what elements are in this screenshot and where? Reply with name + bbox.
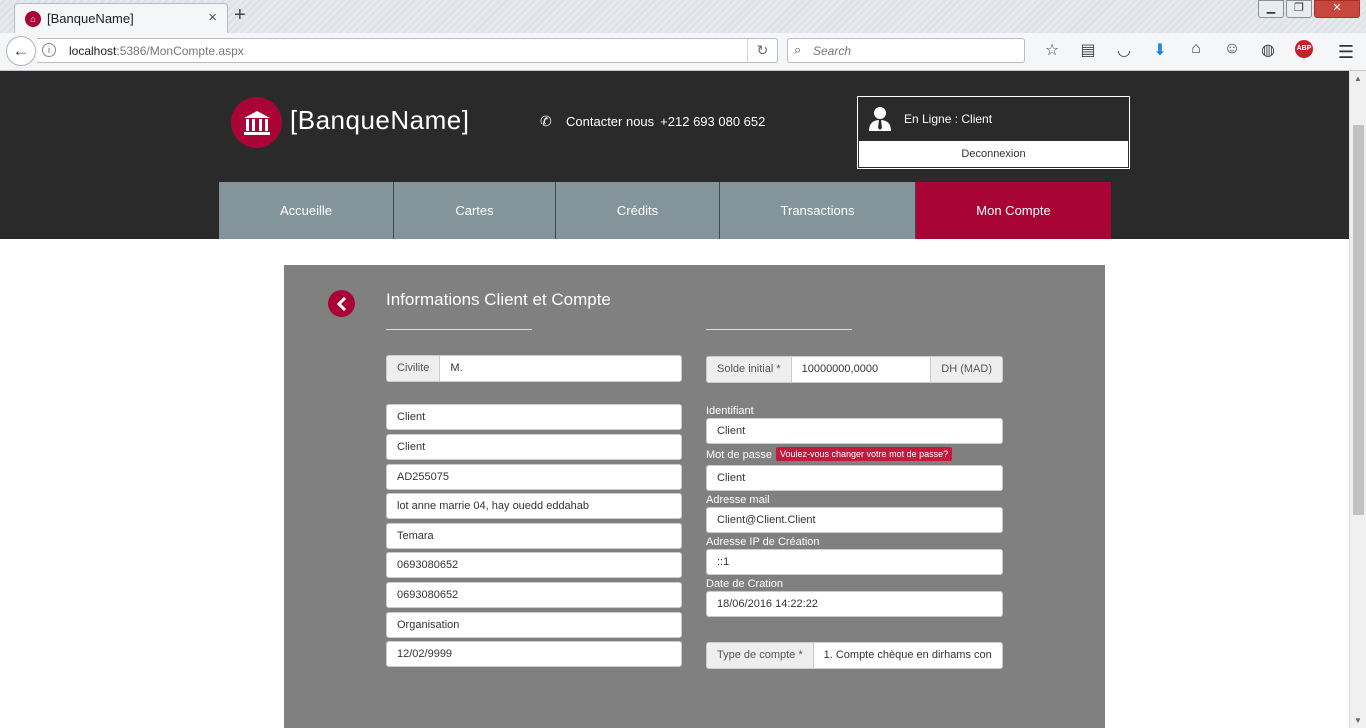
- contact-label: Contacter nous: [566, 114, 655, 129]
- bank-logo-icon[interactable]: [231, 97, 282, 148]
- solde-field[interactable]: 10000000,0000: [792, 357, 931, 382]
- home-icon[interactable]: ⌂: [1178, 40, 1214, 60]
- menu-item-mon-compte[interactable]: Mon Compte: [916, 182, 1111, 239]
- type-compte-group: Type de compte * 1. Compte chèque en dir…: [706, 642, 1003, 669]
- ville-field[interactable]: Temara: [386, 523, 682, 549]
- window-controls: ▁ ❐ ✕: [1258, 0, 1360, 18]
- menu-hamburger-icon[interactable]: ☰: [1338, 42, 1354, 63]
- hello-chat-icon[interactable]: ☺: [1214, 40, 1250, 60]
- contact-phone: +212 693 080 652: [660, 114, 766, 129]
- civilite-field[interactable]: M.: [440, 356, 681, 381]
- info-icon[interactable]: i: [42, 43, 56, 57]
- site-header: [BanqueName] ✆ Contacter nous +212 693 08…: [0, 71, 1349, 239]
- pocket-icon[interactable]: ◡: [1106, 40, 1142, 60]
- change-password-badge[interactable]: Voulez-vous changer votre mot de passe?: [776, 447, 953, 461]
- logout-button[interactable]: Deconnexion: [859, 141, 1128, 167]
- password-label: Mot de passe: [706, 449, 773, 461]
- online-status: En Ligne : Client: [904, 112, 993, 126]
- contact-info: Contacter nous +212 693 080 652: [566, 114, 765, 129]
- new-tab-button[interactable]: +: [234, 4, 246, 27]
- back-arrow-icon[interactable]: ←: [6, 36, 36, 66]
- brand-name[interactable]: [BanqueName]: [290, 105, 469, 136]
- identifiant-field[interactable]: Client: [706, 418, 1003, 444]
- date-creation-field[interactable]: 18/06/2016 14:22:22: [706, 591, 1003, 617]
- toolbar-icons: ☆ ▤ ◡ ⬇ ⌂ ☺ ◍ ABP: [1034, 40, 1322, 60]
- identifiant-label: Identifiant: [706, 405, 754, 417]
- maximize-button[interactable]: ❐: [1286, 0, 1312, 18]
- organisation-field[interactable]: Organisation: [386, 612, 682, 638]
- tab-title: [BanqueName]: [47, 11, 134, 26]
- url-path: :5386/MonCompte.aspx: [116, 44, 244, 58]
- menu-item-credits[interactable]: Crédits: [556, 182, 720, 239]
- telephone2-field[interactable]: 0693080652: [386, 582, 682, 608]
- reading-list-icon[interactable]: ▤: [1070, 40, 1106, 60]
- tab-close-icon[interactable]: ×: [208, 9, 217, 26]
- page-scrollbar[interactable]: ▲ ▼: [1349, 71, 1366, 728]
- adresse-field[interactable]: lot anne marrie 04, hay ouedd eddahab: [386, 493, 682, 519]
- back-chevron-icon[interactable]: [328, 290, 355, 317]
- date-creation-label: Date de Cration: [706, 578, 784, 590]
- scroll-down-icon[interactable]: ▼: [1354, 716, 1362, 725]
- cin-field[interactable]: AD255075: [386, 464, 682, 490]
- bookmark-star-icon[interactable]: ☆: [1034, 40, 1070, 60]
- solde-unit: DH (MAD): [930, 357, 1002, 382]
- type-compte-select[interactable]: 1. Compte chèque en dirhams con: [814, 643, 1002, 668]
- user-icon: [869, 107, 891, 131]
- civilite-group: Civilite M.: [386, 355, 682, 382]
- title-divider-right: [706, 329, 852, 330]
- search-input[interactable]: ⌕ Search: [787, 38, 1025, 63]
- browser-tab[interactable]: ⌂ [BanqueName] ×: [14, 3, 228, 33]
- minimize-button[interactable]: ▁: [1258, 0, 1284, 18]
- password-field[interactable]: Client: [706, 465, 1003, 491]
- type-compte-label: Type de compte *: [707, 643, 814, 668]
- title-divider-left: [386, 329, 532, 330]
- nom-field[interactable]: Client: [386, 404, 682, 430]
- window-close-button[interactable]: ✕: [1314, 0, 1360, 18]
- scroll-up-icon[interactable]: ▲: [1354, 74, 1362, 83]
- solde-group: Solde initial * 10000000,0000 DH (MAD): [706, 356, 1003, 383]
- address-bar[interactable]: i localhost:5386/MonCompte.aspx ↻: [37, 38, 778, 63]
- ip-label: Adresse IP de Création: [706, 536, 820, 548]
- menu-item-accueille[interactable]: Accueille: [219, 182, 394, 239]
- adblock-icon[interactable]: ABP: [1295, 40, 1313, 58]
- browser-tab-bar: ⌂ [BanqueName] × + ▁ ❐ ✕: [0, 0, 1366, 33]
- civilite-label: Civilite: [387, 356, 441, 381]
- main-menu: Accueille Cartes Crédits Transactions Mo…: [219, 182, 1111, 239]
- account-panel: Informations Client et Compte Civilite M…: [284, 265, 1105, 728]
- bank-favicon-icon: ⌂: [25, 11, 41, 27]
- solde-label: Solde initial *: [707, 357, 792, 382]
- date-naissance-field[interactable]: 12/02/9999: [386, 641, 682, 667]
- download-icon[interactable]: ⬇: [1142, 40, 1178, 60]
- page-title: Informations Client et Compte: [386, 290, 611, 309]
- user-box: En Ligne : Client Deconnexion: [857, 96, 1130, 169]
- url-text[interactable]: localhost:5386/MonCompte.aspx: [69, 44, 244, 58]
- url-host: localhost: [69, 44, 117, 58]
- telephone-field[interactable]: 0693080652: [386, 552, 682, 578]
- menu-item-transactions[interactable]: Transactions: [720, 182, 916, 239]
- search-icon: ⌕: [794, 42, 802, 57]
- ip-field[interactable]: ::1: [706, 549, 1003, 575]
- scrollbar-thumb[interactable]: [1353, 125, 1364, 515]
- email-label: Adresse mail: [706, 494, 770, 506]
- globe-icon[interactable]: ◍: [1250, 40, 1286, 60]
- prenom-field[interactable]: Client: [386, 434, 682, 460]
- browser-nav-bar: ← i localhost:5386/MonCompte.aspx ↻ ⌕ Se…: [0, 33, 1366, 71]
- phone-icon: ✆: [540, 113, 552, 129]
- email-field[interactable]: Client@Client.Client: [706, 507, 1003, 533]
- reload-icon[interactable]: ↻: [747, 39, 777, 62]
- menu-item-cartes[interactable]: Cartes: [394, 182, 556, 239]
- search-placeholder: Search: [813, 44, 852, 58]
